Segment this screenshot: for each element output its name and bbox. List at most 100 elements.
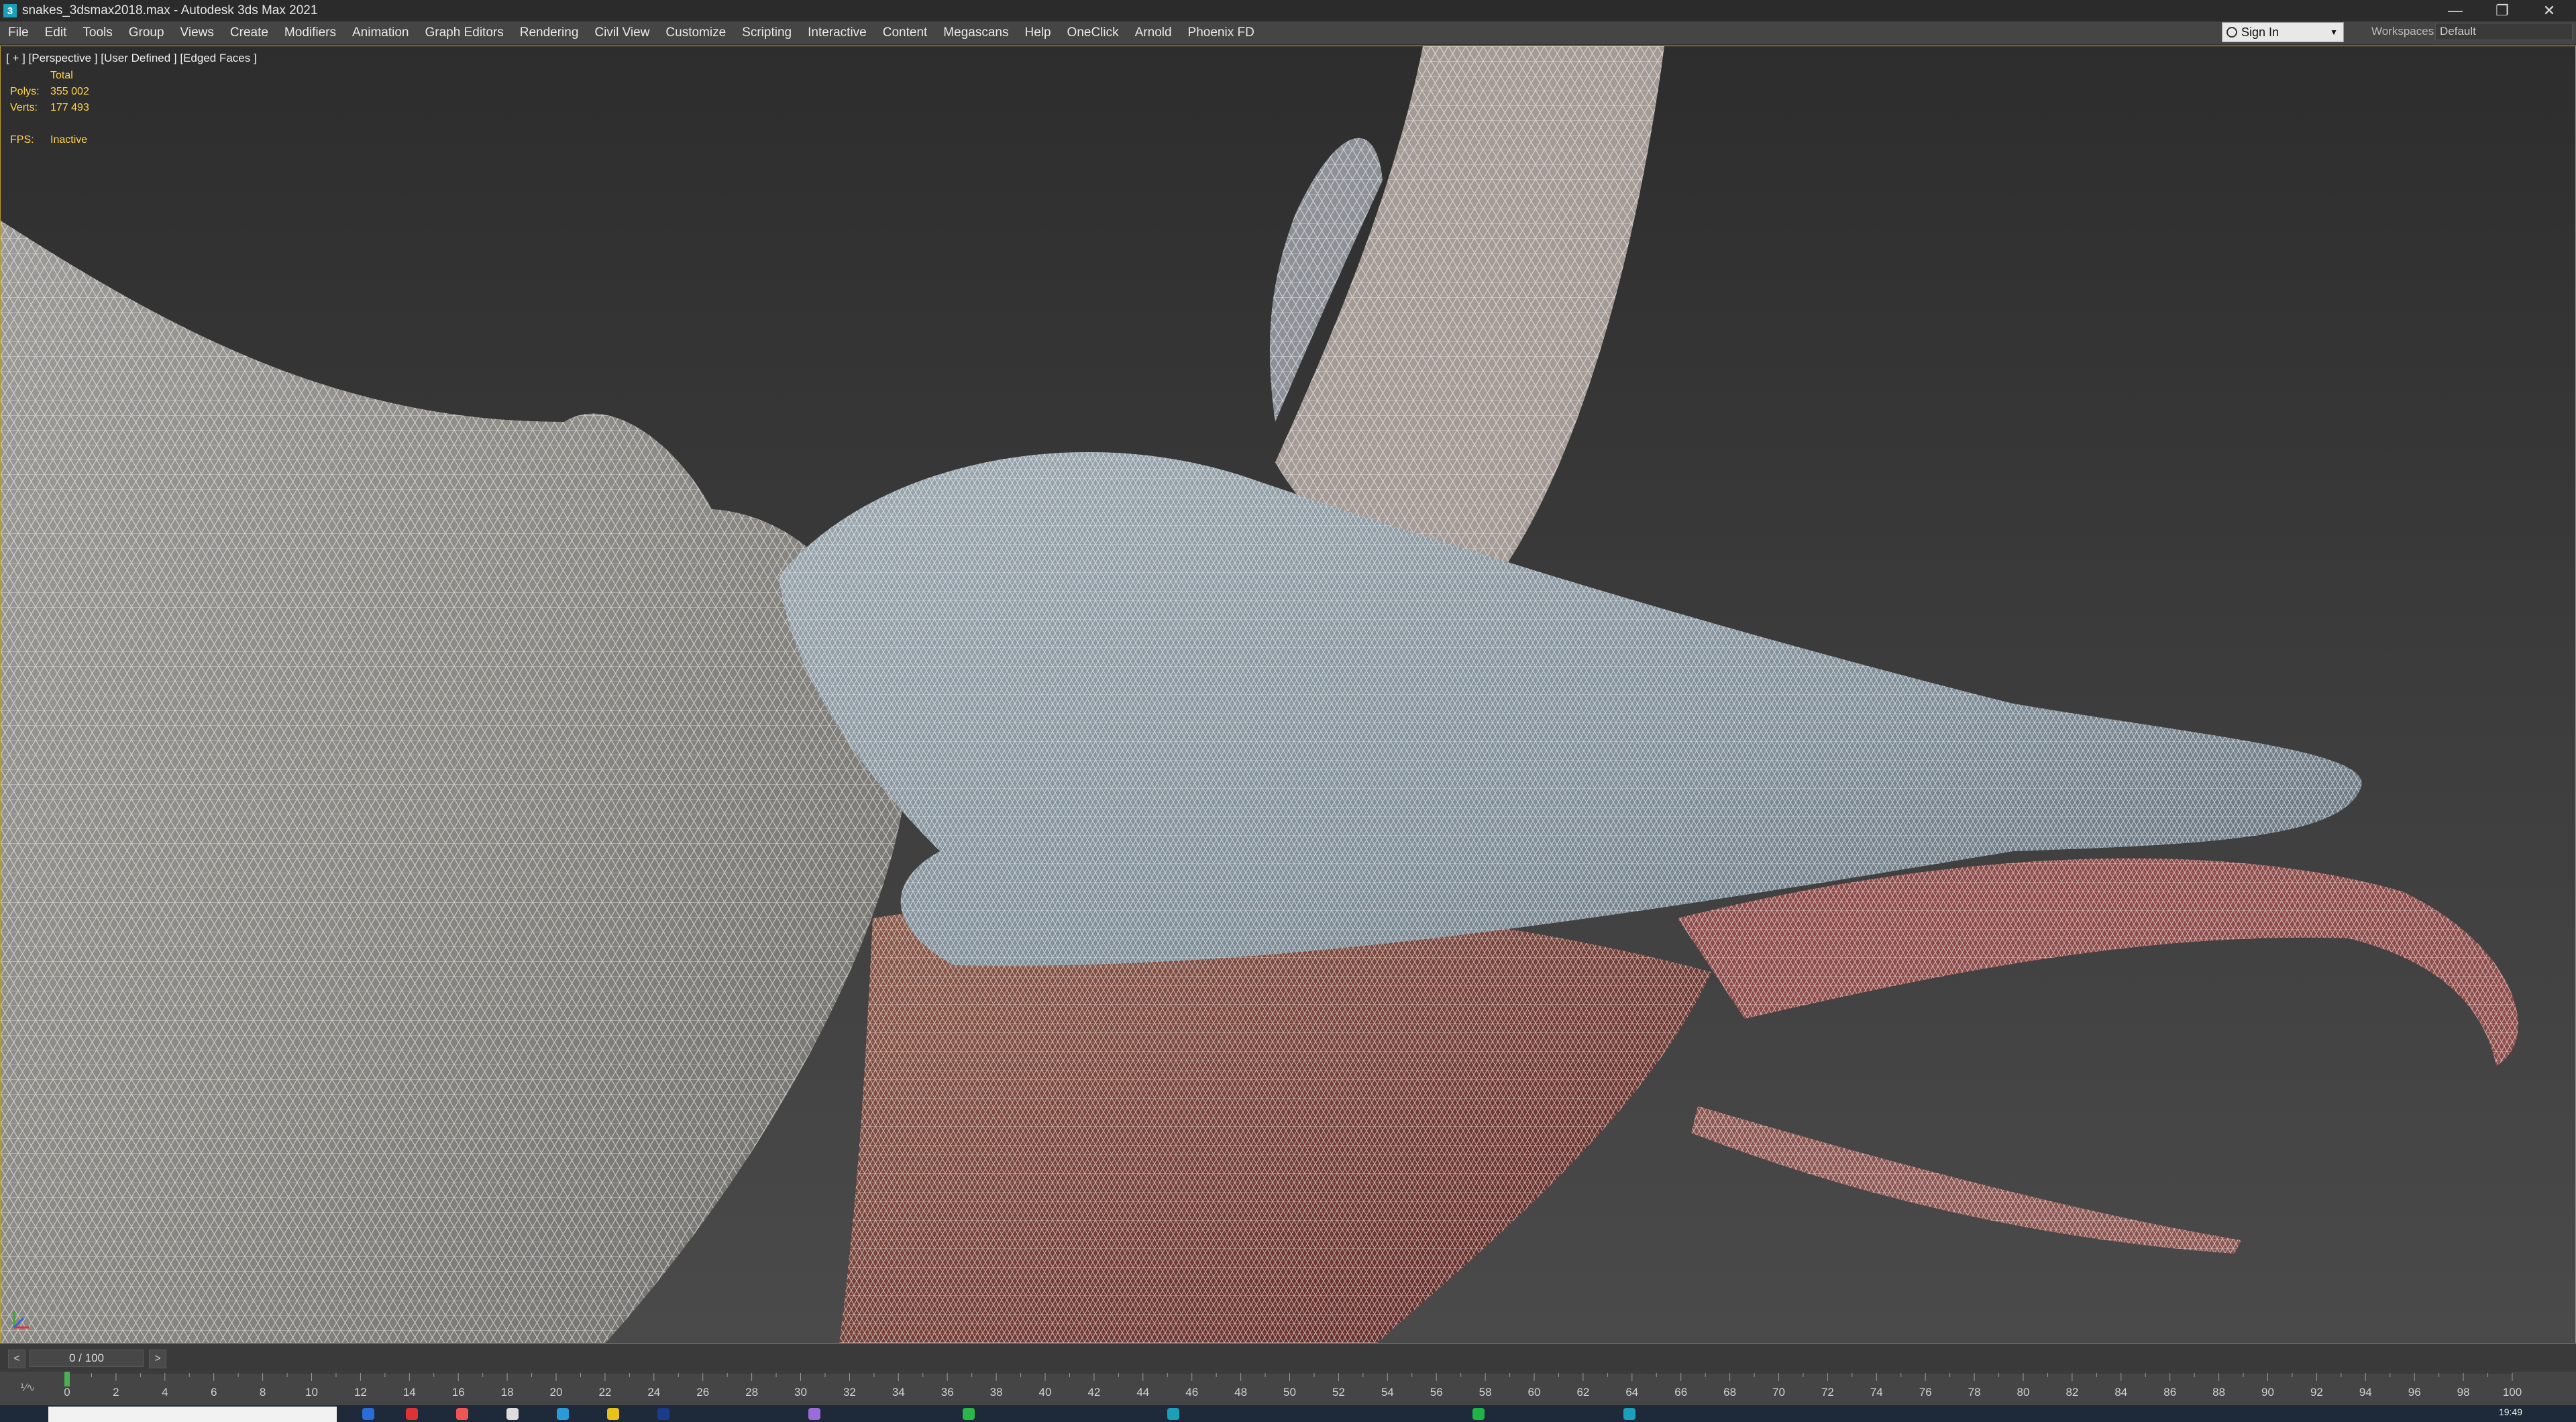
current-frame-marker[interactable] bbox=[64, 1372, 70, 1386]
menu-customize[interactable]: Customize bbox=[657, 25, 734, 40]
ruler-tick-label: 98 bbox=[2457, 1386, 2470, 1399]
ruler-tick-label: 56 bbox=[1430, 1386, 1443, 1399]
minimize-button[interactable]: — bbox=[2432, 0, 2479, 21]
ruler-tick-label: 42 bbox=[1087, 1386, 1100, 1399]
prev-frame-button[interactable]: < bbox=[8, 1350, 25, 1368]
app-icon-green-2[interactable] bbox=[1472, 1408, 1485, 1420]
ruler-tick-label: 78 bbox=[1968, 1386, 1981, 1399]
ruler-tick-label: 74 bbox=[1870, 1386, 1883, 1399]
restore-button[interactable]: ❐ bbox=[2479, 0, 2526, 21]
verts-label: Verts: bbox=[10, 102, 38, 113]
menu-rendering[interactable]: Rendering bbox=[512, 25, 587, 40]
ruler-tick-label: 20 bbox=[550, 1386, 563, 1399]
ruler-tick-label: 72 bbox=[1821, 1386, 1834, 1399]
next-frame-button[interactable]: > bbox=[149, 1350, 166, 1368]
ruler-tick-label: 36 bbox=[941, 1386, 954, 1399]
ruler-tick-label: 40 bbox=[1039, 1386, 1052, 1399]
ruler-tick-label: 30 bbox=[794, 1386, 807, 1399]
title-bar: 3 snakes_3dsmax2018.max - Autodesk 3ds M… bbox=[0, 0, 2576, 21]
menu-scripting[interactable]: Scripting bbox=[734, 25, 800, 40]
menu-phoenix-fd[interactable]: Phoenix FD bbox=[1180, 25, 1263, 40]
workspaces-label: Workspaces: bbox=[2371, 25, 2437, 38]
app-icon-teal[interactable] bbox=[1623, 1408, 1635, 1420]
sign-in-dropdown[interactable]: Sign In ▼ bbox=[2222, 22, 2344, 42]
axis-tripod-icon bbox=[13, 1311, 29, 1329]
ruler-tick-label: 32 bbox=[843, 1386, 856, 1399]
ruler-tick-label: 76 bbox=[1919, 1386, 1932, 1399]
perspective-viewport[interactable]: [ + ] [Perspective ] [User Defined ] [Ed… bbox=[0, 46, 2576, 1344]
file-explorer-icon[interactable] bbox=[362, 1408, 374, 1420]
menu-create[interactable]: Create bbox=[222, 25, 276, 40]
ruler-tick-label: 80 bbox=[2017, 1386, 2030, 1399]
sign-in-label: Sign In bbox=[2241, 25, 2279, 39]
ruler-tick-label: 50 bbox=[1283, 1386, 1296, 1399]
close-button[interactable]: ✕ bbox=[2526, 0, 2573, 21]
workspaces-dropdown[interactable]: Default bbox=[2435, 23, 2573, 40]
ruler-tick-label: 62 bbox=[1576, 1386, 1589, 1399]
ruler-tick-label: 26 bbox=[696, 1386, 709, 1399]
app-icon-red[interactable] bbox=[456, 1408, 468, 1420]
ruler-tick-label: 18 bbox=[501, 1386, 514, 1399]
ruler-tick-label: 100 bbox=[2503, 1386, 2522, 1399]
fps-value: Inactive bbox=[50, 134, 88, 146]
user-icon bbox=[2226, 27, 2237, 38]
menu-graph-editors[interactable]: Graph Editors bbox=[417, 25, 512, 40]
menu-arnold[interactable]: Arnold bbox=[1127, 25, 1180, 40]
snake-mesh-render bbox=[1, 46, 2518, 1343]
taskbar-clock: 19:49 bbox=[2498, 1407, 2522, 1417]
ruler-tick-label: 22 bbox=[598, 1386, 611, 1399]
menu-animation[interactable]: Animation bbox=[344, 25, 417, 40]
verts-value: 177 493 bbox=[50, 102, 89, 113]
ruler-tick-label: 10 bbox=[305, 1386, 318, 1399]
app-icon-blue[interactable] bbox=[557, 1408, 569, 1420]
menu-interactive[interactable]: Interactive bbox=[800, 25, 875, 40]
ruler-tick-label: 58 bbox=[1479, 1386, 1492, 1399]
menu-content[interactable]: Content bbox=[875, 25, 936, 40]
ruler-tick-label: 60 bbox=[1528, 1386, 1541, 1399]
browser-icon[interactable] bbox=[406, 1408, 418, 1420]
menu-oneclick[interactable]: OneClick bbox=[1059, 25, 1127, 40]
ruler-tick-label: 84 bbox=[2114, 1386, 2127, 1399]
ruler-tick-label: 12 bbox=[354, 1386, 367, 1399]
frame-ruler: 0 2 4 6 8 10 12 14 16 18 20 22 24 26 28 30 32 34 36 38 40 42 4… bbox=[64, 1372, 2522, 1399]
ruler-tick-label: 34 bbox=[892, 1386, 905, 1399]
time-slider[interactable]: < 0 / 100 > bbox=[0, 1344, 2576, 1372]
viewport-statistics: Total Polys: 355 002 Verts: 177 493 FPS: In… bbox=[10, 68, 89, 148]
ruler-tick-label: 64 bbox=[1625, 1386, 1638, 1399]
ruler-tick-label: 94 bbox=[2359, 1386, 2372, 1399]
menu-modifiers[interactable]: Modifiers bbox=[276, 25, 344, 40]
ruler-tick-label: 28 bbox=[745, 1386, 758, 1399]
app-icon-purple[interactable] bbox=[808, 1408, 820, 1420]
menu-group[interactable]: Group bbox=[121, 25, 172, 40]
window-title: snakes_3dsmax2018.max - Autodesk 3ds Max… bbox=[22, 3, 318, 17]
3dsmax-taskbar-icon[interactable] bbox=[1167, 1408, 1179, 1420]
ruler-tick-label: 82 bbox=[2065, 1386, 2078, 1399]
menu-bar: File Edit Tools Group Views Create Modif… bbox=[0, 21, 2576, 45]
ruler-tick-label: 38 bbox=[990, 1386, 1003, 1399]
menu-edit[interactable]: Edit bbox=[37, 25, 75, 40]
ruler-tick-label: 90 bbox=[2261, 1386, 2274, 1399]
menu-help[interactable]: Help bbox=[1016, 25, 1059, 40]
taskbar-search-box[interactable] bbox=[48, 1407, 337, 1422]
menu-civil-view[interactable]: Civil View bbox=[586, 25, 657, 40]
polys-value: 355 002 bbox=[50, 86, 89, 97]
menu-megascans[interactable]: Megascans bbox=[935, 25, 1016, 40]
menu-file[interactable]: File bbox=[0, 25, 37, 40]
time-slider-thumb[interactable]: 0 / 100 bbox=[30, 1350, 144, 1367]
app-icon-white[interactable] bbox=[506, 1408, 519, 1420]
track-bar[interactable]: ⅟∿ 0 2 4 6 8 10 12 14 16 18 20 22 24 26 28 30 32 34 36 38 40… bbox=[0, 1372, 2576, 1405]
menu-tools[interactable]: Tools bbox=[74, 25, 120, 40]
ruler-tick-label: 66 bbox=[1674, 1386, 1687, 1399]
ruler-tick-label: 70 bbox=[1772, 1386, 1785, 1399]
menu-views[interactable]: Views bbox=[172, 25, 222, 40]
app-icon-navy[interactable] bbox=[657, 1408, 669, 1420]
ruler-tick-label: 6 bbox=[211, 1386, 217, 1399]
app-icon-yellow[interactable] bbox=[607, 1408, 619, 1420]
ruler-tick-label: 0 bbox=[64, 1386, 70, 1399]
viewport-label[interactable]: [ + ] [Perspective ] [User Defined ] [Ed… bbox=[6, 52, 257, 65]
polys-label: Polys: bbox=[10, 86, 40, 97]
app-logo-icon: 3 bbox=[3, 4, 17, 17]
ruler-tick-label: 4 bbox=[162, 1386, 168, 1399]
app-icon-green[interactable] bbox=[963, 1408, 975, 1420]
stats-total-header: Total bbox=[50, 70, 73, 81]
